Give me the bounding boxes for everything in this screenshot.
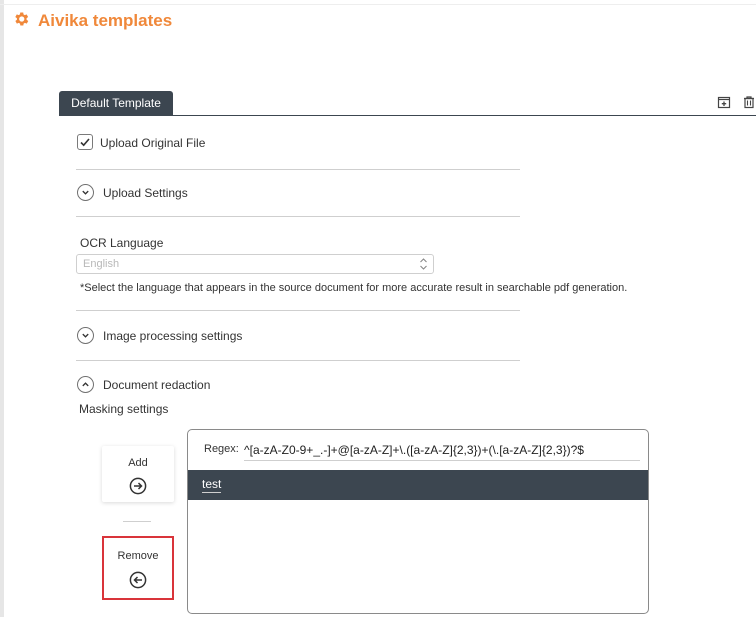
- chevron-down-icon: [82, 190, 89, 195]
- upload-settings-label[interactable]: Upload Settings: [103, 186, 188, 200]
- masking-list-box: Regex: ^[a-zA-Z0-9+_.-]+@[a-zA-Z]+\.([a-…: [187, 429, 649, 614]
- tab-bar-underline: [59, 115, 756, 116]
- image-processing-label[interactable]: Image processing settings: [103, 329, 242, 343]
- ocr-language-hint: *Select the language that appears in the…: [80, 282, 628, 294]
- list-item[interactable]: test: [188, 470, 648, 500]
- section-divider: [76, 216, 520, 217]
- section-divider: [76, 310, 520, 311]
- top-border: [0, 4, 756, 5]
- upload-original-label: Upload Original File: [100, 136, 206, 150]
- button-divider: [123, 521, 151, 522]
- tab-default-template[interactable]: Default Template: [59, 91, 173, 115]
- image-processing-toggle[interactable]: [77, 327, 94, 344]
- chevron-down-icon: [82, 333, 89, 338]
- chevron-up-icon: [82, 382, 89, 387]
- upload-original-checkbox[interactable]: [77, 134, 93, 150]
- document-redaction-toggle[interactable]: [77, 376, 94, 393]
- remove-button-label: Remove: [117, 550, 159, 562]
- left-edge-strip: [0, 0, 4, 617]
- section-divider: [76, 360, 520, 361]
- add-button-label: Add: [128, 457, 148, 469]
- arrow-left-circle-icon: [129, 571, 147, 589]
- add-template-icon[interactable]: [717, 95, 731, 109]
- list-item-text: test: [202, 477, 222, 493]
- masking-settings-label: Masking settings: [79, 402, 169, 416]
- select-arrows-icon: [420, 258, 427, 270]
- ocr-language-label: OCR Language: [80, 236, 164, 250]
- checkmark-icon: [80, 138, 90, 147]
- remove-mask-button[interactable]: Remove: [102, 536, 174, 600]
- regex-input[interactable]: ^[a-zA-Z0-9+_.-]+@[a-zA-Z]+\.([a-zA-Z]{2…: [244, 440, 640, 461]
- regex-label: Regex:: [204, 443, 239, 455]
- section-divider: [76, 169, 520, 170]
- upload-settings-toggle[interactable]: [77, 184, 94, 201]
- ocr-language-value: English: [83, 258, 120, 270]
- gear-icon: [12, 10, 30, 33]
- ocr-language-select[interactable]: English: [76, 254, 434, 274]
- app-title: Aivika templates: [38, 11, 173, 30]
- add-mask-button[interactable]: Add: [102, 446, 174, 502]
- arrow-right-circle-icon: [129, 477, 147, 495]
- app-header: Aivika templates: [12, 9, 172, 33]
- document-redaction-label[interactable]: Document redaction: [103, 378, 210, 392]
- delete-template-icon[interactable]: [742, 95, 756, 109]
